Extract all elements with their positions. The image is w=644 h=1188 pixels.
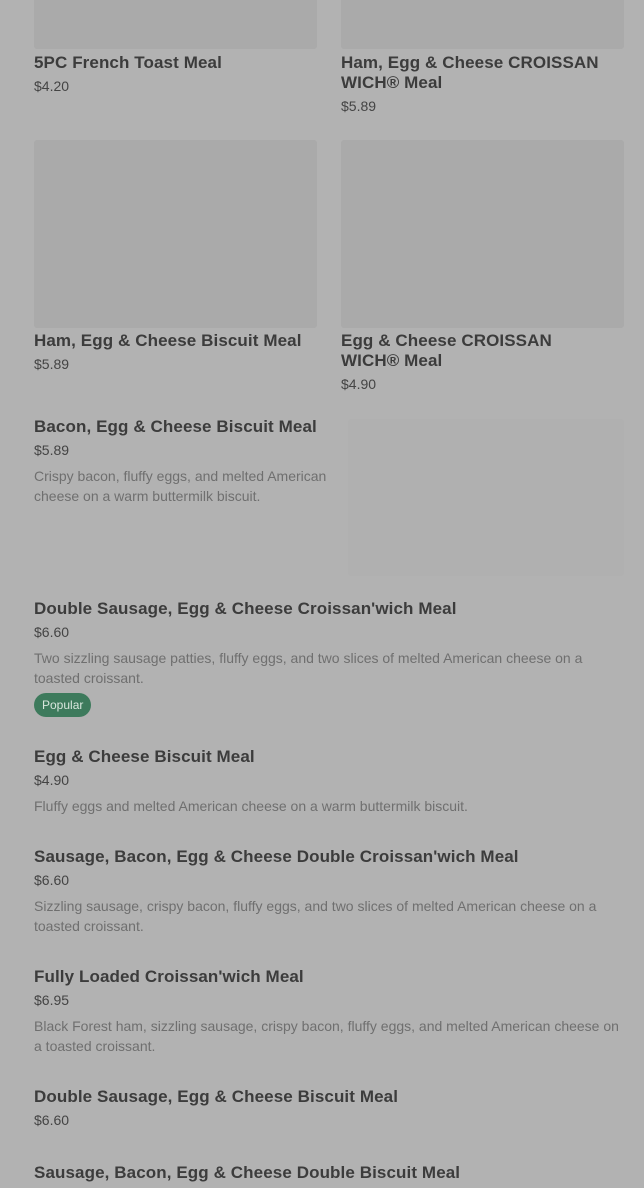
menu-item-price: $6.60 xyxy=(34,872,70,888)
menu-item-description: Black Forest ham, sizzling sausage, cris… xyxy=(34,1018,619,1054)
menu-page: 5PC French Toast Meal $4.20 Ham, Egg & C… xyxy=(0,0,644,1188)
menu-item-price: $6.95 xyxy=(34,992,70,1008)
menu-item-price: $5.89 xyxy=(34,356,70,372)
list-item[interactable]: Egg & Cheese Biscuit Meal $4.90 Fluffy e… xyxy=(34,747,624,816)
menu-item-price: $5.89 xyxy=(341,98,377,114)
list-item[interactable]: Sausage, Bacon, Egg & Cheese Double Bisc… xyxy=(34,1163,624,1183)
popular-badge: Popular xyxy=(34,693,92,717)
list-item[interactable]: Fully Loaded Croissan'wich Meal $6.95 Bl… xyxy=(34,967,624,1056)
menu-item-name: Double Sausage, Egg & Cheese Biscuit Mea… xyxy=(34,1087,399,1106)
list-item[interactable]: Double Sausage, Egg & Cheese Croissan'wi… xyxy=(34,599,624,717)
menu-item-name: Sausage, Bacon, Egg & Cheese Double Bisc… xyxy=(34,1163,461,1182)
menu-item-name: Fully Loaded Croissan'wich Meal xyxy=(34,967,304,986)
menu-item-image xyxy=(34,140,317,328)
menu-item-image xyxy=(341,0,624,49)
list-item[interactable]: Sausage, Bacon, Egg & Cheese Double Croi… xyxy=(34,847,624,936)
menu-card[interactable]: Ham, Egg & Cheese Biscuit Meal $5.89 xyxy=(34,140,317,380)
menu-card[interactable]: 5PC French Toast Meal $4.20 xyxy=(34,0,317,110)
list-item[interactable]: Bacon, Egg & Cheese Biscuit Meal $5.89 C… xyxy=(34,417,344,506)
menu-item-name: Double Sausage, Egg & Cheese Croissan'wi… xyxy=(34,599,457,618)
menu-item-price: $6.60 xyxy=(34,1112,70,1128)
list-item[interactable]: Double Sausage, Egg & Cheese Biscuit Mea… xyxy=(34,1087,624,1128)
menu-card[interactable]: Ham, Egg & Cheese CROISSAN WICH® Meal $5… xyxy=(341,0,624,120)
menu-item-image xyxy=(348,419,624,576)
menu-item-name: Egg & Cheese CROISSAN WICH® Meal xyxy=(341,331,552,370)
menu-item-price: $5.89 xyxy=(34,442,70,458)
menu-item-name: Sausage, Bacon, Egg & Cheese Double Croi… xyxy=(34,847,519,866)
menu-item-price: $6.60 xyxy=(34,624,70,640)
menu-item-description: Sizzling sausage, crispy bacon, fluffy e… xyxy=(34,898,597,934)
menu-item-price: $4.20 xyxy=(34,78,70,94)
menu-item-description: Fluffy eggs and melted American cheese o… xyxy=(34,798,468,814)
menu-item-description: Two sizzling sausage patties, fluffy egg… xyxy=(34,650,583,686)
menu-item-name: Egg & Cheese Biscuit Meal xyxy=(34,747,255,766)
menu-item-name: 5PC French Toast Meal xyxy=(34,53,222,72)
menu-card[interactable]: Egg & Cheese CROISSAN WICH® Meal $4.90 xyxy=(341,140,624,400)
menu-item-description: Crispy bacon, fluffy eggs, and melted Am… xyxy=(34,468,327,504)
menu-item-price: $4.90 xyxy=(34,772,70,788)
menu-item-image xyxy=(34,0,317,49)
menu-item-price: $4.90 xyxy=(341,376,377,392)
menu-item-name: Ham, Egg & Cheese Biscuit Meal xyxy=(34,331,302,350)
menu-item-name: Ham, Egg & Cheese CROISSAN WICH® Meal xyxy=(341,53,599,92)
menu-item-name: Bacon, Egg & Cheese Biscuit Meal xyxy=(34,417,317,436)
menu-item-image xyxy=(341,140,624,328)
